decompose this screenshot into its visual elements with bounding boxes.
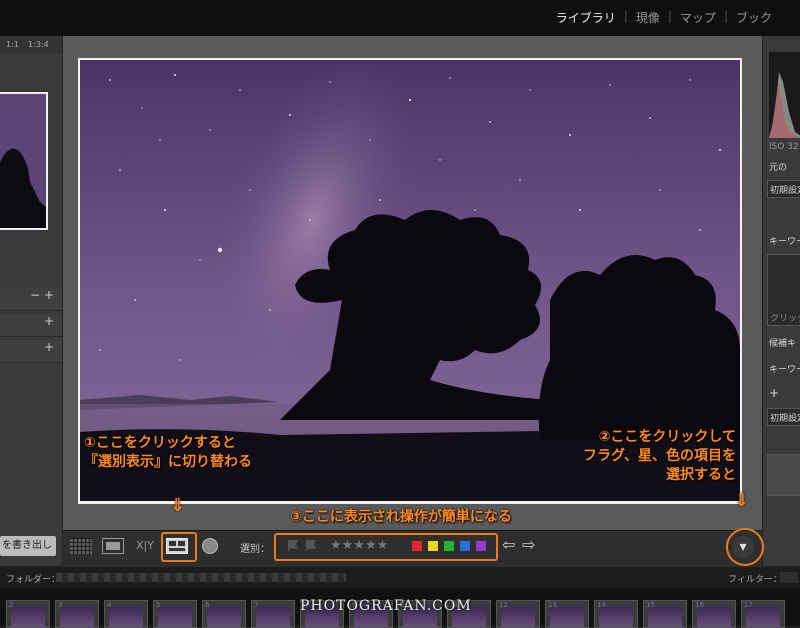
- row-plus[interactable]: +: [44, 340, 54, 354]
- module-bar: ライブラリ | 現像 | マップ | ブック: [0, 0, 800, 36]
- preset-dropdown[interactable]: 初期設定: [767, 180, 800, 198]
- highlight-dropdown: [726, 528, 764, 566]
- thumbnail-image: [501, 607, 535, 627]
- right-panel-area: [767, 454, 800, 496]
- thumbnail-image: [550, 607, 584, 627]
- thumbnail-image: [697, 607, 731, 627]
- collection-row-1[interactable]: − +: [0, 288, 62, 311]
- zoom-1-1[interactable]: 1:1: [6, 40, 19, 49]
- annotation-1-line-1: ①ここをクリックすると: [84, 435, 236, 451]
- histogram: [769, 52, 800, 138]
- keyword-hint: クリック: [770, 314, 800, 324]
- filmstrip-thumbnail[interactable]: 13: [545, 600, 589, 628]
- keyword-entry[interactable]: クリック: [767, 254, 800, 326]
- suggested-keywords[interactable]: 候補キ: [769, 336, 796, 349]
- filmstrip-thumbnail[interactable]: 7: [251, 600, 295, 628]
- filmstrip-thumbnail[interactable]: 3: [55, 600, 99, 628]
- folder-bar: フォルダー： フィルター：: [0, 568, 800, 588]
- original-checkbox-label[interactable]: 元の: [769, 160, 787, 173]
- metadata-preset-dropdown[interactable]: 初期設定: [767, 408, 800, 426]
- export-area: を書き出し: [0, 530, 62, 566]
- navigator-thumbnail: [0, 94, 46, 228]
- module-book[interactable]: ブック: [728, 9, 780, 26]
- left-panel: 1:1 1:3:4 − + + +: [0, 36, 63, 566]
- filmstrip-thumbnail[interactable]: 15: [643, 600, 687, 628]
- loupe-view-icon[interactable]: [102, 538, 124, 554]
- module-picker: ライブラリ | 現像 | マップ | ブック: [548, 9, 780, 26]
- thumbnail-image: [746, 607, 780, 627]
- grid-view-icon[interactable]: [70, 538, 92, 554]
- filmstrip-thumbnail[interactable]: 16: [692, 600, 736, 628]
- down-arrow-icon: ⇓: [734, 490, 750, 511]
- next-arrow-icon[interactable]: ⇨: [522, 535, 535, 554]
- filter-label: フィルター：: [728, 575, 782, 585]
- thumbnail-image: [60, 607, 94, 627]
- row-controls[interactable]: − +: [30, 288, 54, 302]
- preset-label: 初期設定: [770, 186, 800, 196]
- filmstrip-thumbnail[interactable]: 5: [153, 600, 197, 628]
- thumbnail-image: [207, 607, 241, 627]
- filmstrip-thumbnail[interactable]: 14: [594, 600, 638, 628]
- annotation-1-line-2: 『選別表示』に切り替わる: [84, 454, 252, 470]
- annotation-1: ①ここをクリックすると 『選別表示』に切り替わる: [84, 434, 252, 472]
- filmstrip-thumbnail[interactable]: 12: [496, 600, 540, 628]
- thumbnail-image: [256, 607, 290, 627]
- filmstrip-thumbnail[interactable]: 4: [104, 600, 148, 628]
- watermark: PHOTOGRAFAN.COM: [300, 598, 472, 614]
- annotation-2-line-1: ②ここをクリックして: [598, 429, 736, 445]
- folder-path-blurred: [56, 573, 346, 582]
- filmstrip-thumbnail[interactable]: 6: [202, 600, 246, 628]
- navigator-preview[interactable]: [0, 92, 48, 230]
- module-library[interactable]: ライブラリ: [548, 9, 624, 26]
- collection-row-2[interactable]: +: [0, 314, 62, 337]
- zoom-ratio[interactable]: 1:3:4: [28, 40, 49, 49]
- filter-dropdown[interactable]: [780, 572, 798, 583]
- export-button[interactable]: を書き出し: [0, 536, 56, 556]
- compare-view-icon[interactable]: X|Y: [132, 538, 158, 554]
- annotation-2: ②ここをクリックして フラグ、星、色の項目を 選択すると: [540, 428, 736, 485]
- thumbnail-image: [11, 607, 45, 627]
- keyword-set[interactable]: キーワー: [769, 362, 800, 375]
- iso-readout: ISO 32: [769, 142, 799, 152]
- thumbnail-image: [648, 607, 682, 627]
- keyword-section-header[interactable]: キーワー: [769, 234, 800, 247]
- filmstrip-thumbnail[interactable]: 17: [741, 600, 785, 628]
- collection-row-3[interactable]: +: [0, 340, 62, 363]
- annotation-2-line-3: 選択すると: [666, 467, 736, 483]
- add-keyword-button[interactable]: +: [769, 386, 779, 400]
- previous-arrow-icon[interactable]: ⇦: [502, 535, 515, 554]
- metadata-preset-label: 初期設定: [770, 414, 800, 424]
- folder-label: フォルダー：: [6, 575, 61, 585]
- people-view-icon[interactable]: [202, 538, 218, 554]
- highlight-survey-button: [161, 532, 197, 562]
- module-develop[interactable]: 現像: [628, 9, 668, 26]
- annotation-2-line-2: フラグ、星、色の項目を: [582, 448, 736, 464]
- thumbnail-image: [158, 607, 192, 627]
- down-arrow-icon: ⇓: [170, 495, 186, 516]
- navigator-header: 1:1 1:3:4: [0, 36, 62, 54]
- highlight-toolbar-controls: [274, 533, 498, 561]
- thumbnail-image: [109, 607, 143, 627]
- select-label: 選別：: [240, 544, 270, 555]
- thumbnail-image: [599, 607, 633, 627]
- annotation-3: ③ここに表示され操作が簡単になる: [290, 509, 512, 525]
- row-plus[interactable]: +: [44, 314, 54, 328]
- right-panel: ISO 32 元の 初期設定 キーワー クリック 候補キ キーワー + 初期設定: [762, 36, 800, 566]
- module-map[interactable]: マップ: [672, 9, 724, 26]
- histogram-graph: [769, 72, 800, 138]
- filmstrip-thumbnail[interactable]: 2: [6, 600, 50, 628]
